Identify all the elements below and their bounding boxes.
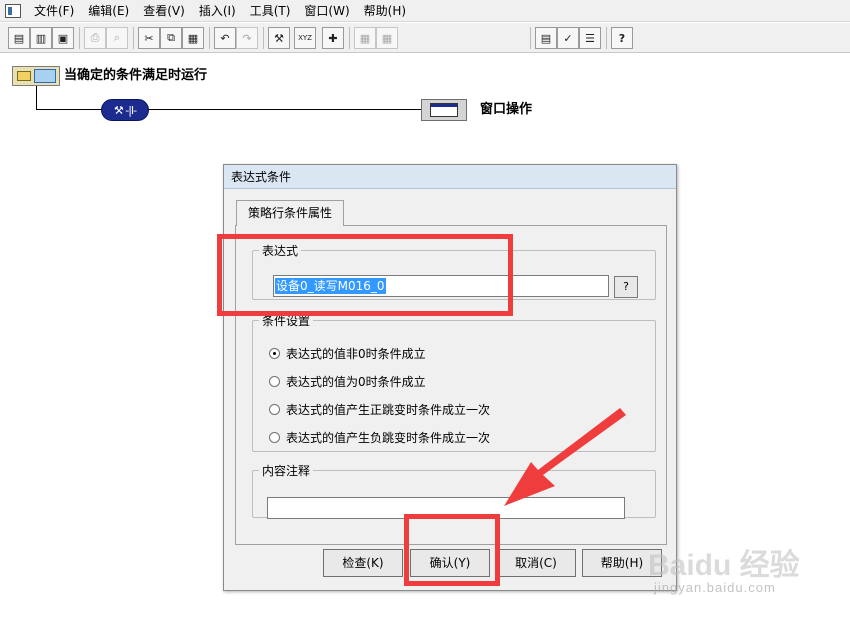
annotation-arrow-icon xyxy=(504,408,626,506)
watermark-logo: Baidu 经验 xyxy=(648,549,800,582)
baidu-watermark: Baidu 经验 jingyan.baidu.com xyxy=(640,540,840,610)
tab-condition-properties[interactable]: 策略行条件属性 xyxy=(236,200,344,226)
watermark-url: jingyan.baidu.com xyxy=(654,580,776,595)
